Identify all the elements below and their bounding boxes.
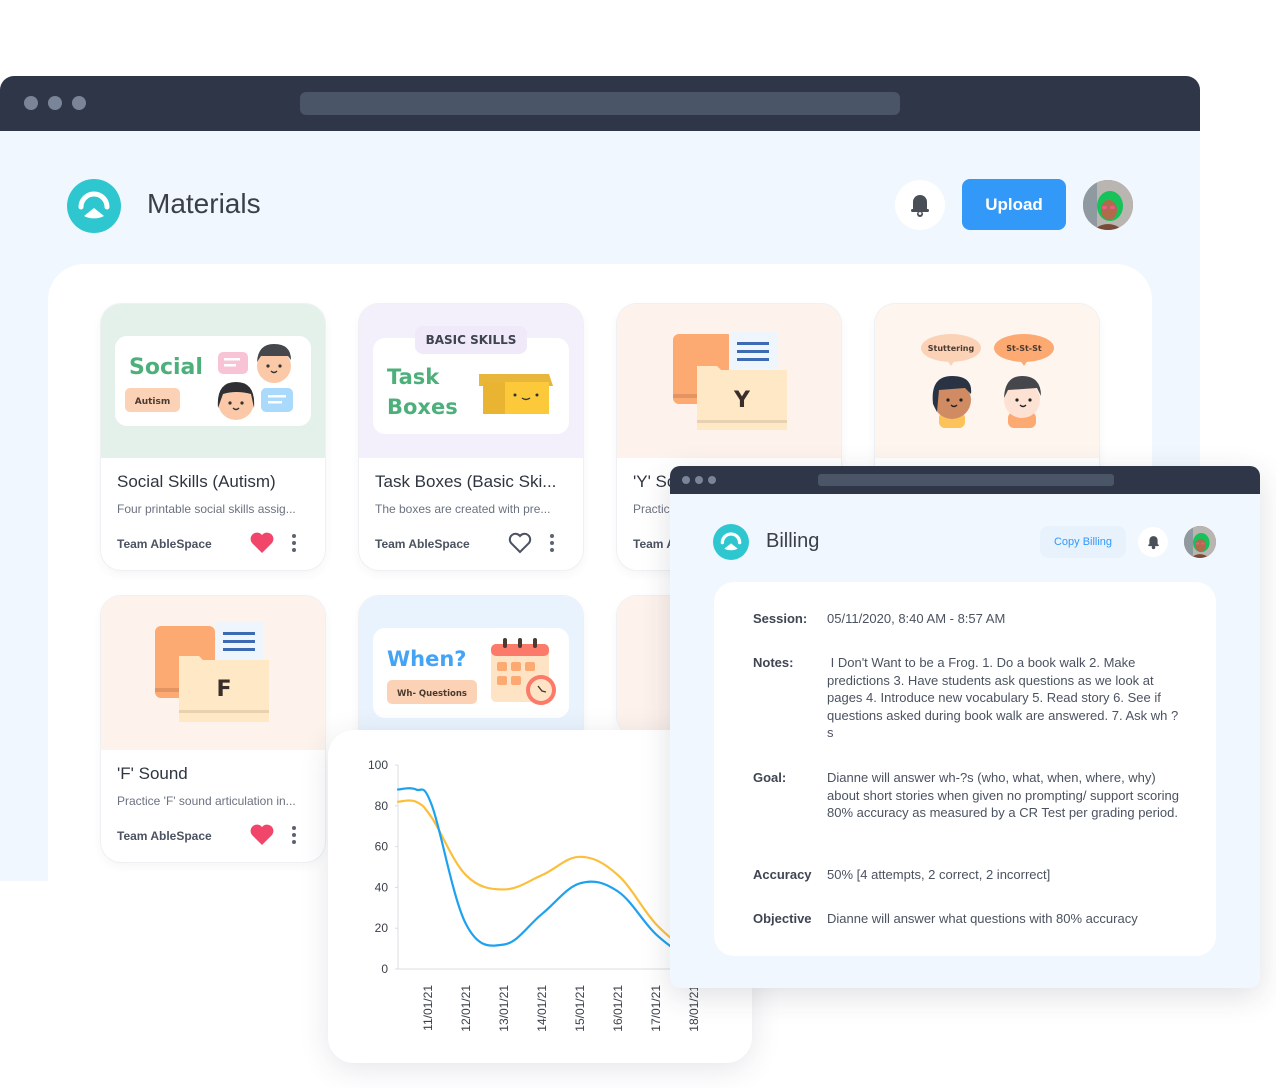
address-bar[interactable] [300, 92, 900, 115]
window-close-dot[interactable] [682, 476, 690, 484]
card-author: Team AbleSpace [117, 537, 212, 551]
card-thumbnail: Social Autism [101, 304, 325, 458]
x-tick-label: 17/01/21 [649, 985, 663, 1032]
x-tick-label: 11/01/21 [421, 985, 435, 1031]
user-avatar[interactable] [1184, 526, 1216, 558]
ablespace-logo-icon[interactable] [713, 524, 749, 560]
more-options-icon[interactable] [547, 532, 557, 554]
ablespace-logo-icon[interactable] [67, 179, 121, 233]
y-tick-label: 40 [375, 880, 389, 894]
window-minimize-dot[interactable] [48, 96, 62, 110]
svg-text:Stuttering: Stuttering [928, 344, 975, 353]
material-card[interactable]: BASIC SKILLS Task Boxes Task Boxes (Basi… [359, 304, 583, 570]
series-line-series-b [396, 799, 696, 958]
row-value: Dianne will answer what questions with 8… [827, 911, 1138, 926]
window-minimize-dot[interactable] [695, 476, 703, 484]
page-title: Billing [766, 530, 820, 552]
card-thumbnail: Y [617, 304, 841, 458]
upload-button[interactable]: Upload [962, 179, 1066, 230]
more-options-icon[interactable] [289, 824, 299, 846]
card-title: Task Boxes (Basic Ski... [375, 472, 557, 491]
address-bar[interactable] [818, 474, 1114, 486]
more-options-icon[interactable] [289, 532, 299, 554]
bell-icon [911, 195, 929, 217]
svg-text:St-St-St: St-St-St [1006, 344, 1042, 353]
billing-row-notes: Notes: I Don't Want to be a Frog. 1. Do … [753, 654, 1179, 742]
card-thumbnail: Stuttering St-St-St [875, 304, 1099, 458]
svg-text:Autism: Autism [135, 397, 171, 407]
svg-text:Boxes: Boxes [387, 395, 458, 419]
row-label: Session: [753, 611, 808, 626]
x-tick-label: 18/01/21 [687, 985, 701, 1032]
card-description: Practice 'F' sound articulation in... [117, 794, 296, 808]
svg-text:F: F [216, 677, 231, 702]
window-maximize-dot[interactable] [708, 476, 716, 484]
notifications-button[interactable] [895, 180, 945, 230]
x-tick-label: 16/01/21 [611, 985, 625, 1032]
thumb-heading: Social [129, 355, 203, 380]
heart-filled-icon[interactable] [249, 531, 275, 555]
card-thumbnail: BASIC SKILLS Task Boxes [359, 304, 583, 458]
window-maximize-dot[interactable] [72, 96, 86, 110]
row-label: Notes: [753, 655, 794, 670]
x-tick-label: 13/01/21 [497, 985, 511, 1032]
series-line-series-a [396, 787, 696, 964]
svg-text:Y: Y [733, 388, 751, 413]
svg-text:Task: Task [387, 365, 440, 389]
material-card[interactable]: Social Autism Social Skills (Autism) Fou… [101, 304, 325, 570]
card-title: 'F' Sound [117, 764, 188, 783]
row-label: Objective [753, 911, 812, 926]
window-titlebar [0, 76, 1200, 131]
y-tick-label: 60 [375, 840, 389, 854]
card-description: Practic [633, 502, 670, 516]
copy-billing-button[interactable]: Copy Billing [1040, 526, 1126, 558]
x-tick-label: 12/01/21 [459, 985, 473, 1032]
window-controls [682, 476, 716, 484]
heart-outline-icon[interactable] [507, 531, 533, 555]
page-title: Materials [147, 188, 261, 219]
window-titlebar [670, 466, 1260, 494]
y-tick-label: 100 [368, 758, 388, 772]
y-tick-label: 80 [375, 799, 389, 813]
user-avatar[interactable] [1083, 180, 1133, 230]
material-card[interactable]: F 'F' Sound Practice 'F' sound articulat… [101, 596, 325, 862]
billing-row-accuracy: Accuracy 50% [4 attempts, 2 correct, 2 i… [753, 866, 1179, 884]
billing-details-panel: Session: 05/11/2020, 8:40 AM - 8:57 AM N… [714, 582, 1216, 956]
window-close-dot[interactable] [24, 96, 38, 110]
billing-row-goal: Goal: Dianne will answer wh-?s (who, wha… [753, 769, 1179, 822]
row-label: Accuracy [753, 867, 812, 882]
y-tick-label: 0 [381, 962, 388, 976]
window-controls [24, 96, 86, 110]
billing-window: Billing Copy Billing Session: 05/11/2020… [670, 466, 1260, 988]
notifications-button[interactable] [1138, 527, 1168, 557]
svg-text:Wh- Questions: Wh- Questions [397, 689, 467, 699]
row-label: Goal: [753, 770, 787, 785]
svg-text:BASIC SKILLS: BASIC SKILLS [426, 333, 517, 347]
card-author: Team AbleSpace [117, 829, 212, 843]
card-author: Team A [633, 537, 676, 551]
billing-row-objective: Objective Dianne will answer what questi… [753, 910, 1207, 928]
x-tick-label: 14/01/21 [535, 985, 549, 1032]
row-value: Dianne will answer wh-?s (who, what, whe… [827, 770, 1179, 821]
card-title: Social Skills (Autism) [117, 472, 276, 491]
row-value: 50% [4 attempts, 2 correct, 2 incorrect] [827, 867, 1051, 882]
x-tick-label: 15/01/21 [573, 985, 587, 1032]
card-thumbnail: When? Wh- Questions [359, 596, 583, 750]
heart-filled-icon[interactable] [249, 823, 275, 847]
y-tick-label: 20 [375, 921, 389, 935]
card-description: The boxes are created with pre... [375, 502, 551, 516]
svg-text:When?: When? [387, 647, 467, 671]
billing-row-session: Session: 05/11/2020, 8:40 AM - 8:57 AM [753, 610, 1179, 628]
card-thumbnail: F [101, 596, 325, 750]
card-author: Team AbleSpace [375, 537, 470, 551]
row-value: I Don't Want to be a Frog. 1. Do a book … [827, 655, 1179, 741]
row-value: 05/11/2020, 8:40 AM - 8:57 AM [827, 611, 1006, 626]
bell-icon [1147, 536, 1159, 550]
card-description: Four printable social skills assig... [117, 502, 296, 516]
